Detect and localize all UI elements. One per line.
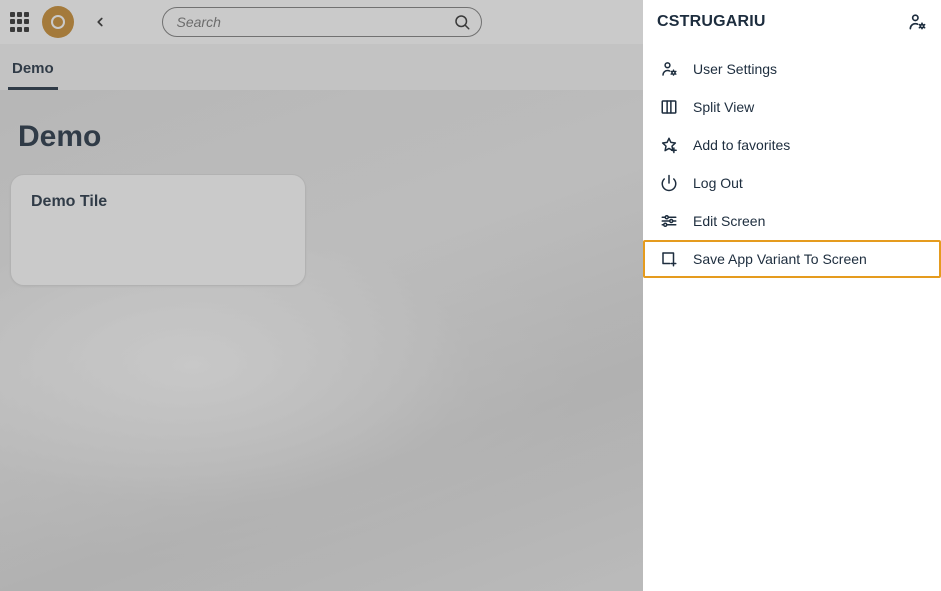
menu-item-label: Split View [693,99,754,115]
menu-item-label: Log Out [693,175,743,191]
power-icon [660,174,678,192]
menu-item-label: Edit Screen [693,213,765,229]
menu-item-split-view[interactable]: Split View [643,88,941,126]
menu-item-add-to-favorites[interactable]: Add to favorites [643,126,941,164]
menu-item-label: User Settings [693,61,777,77]
panel-menu: User Settings Split View Add to favo [643,44,941,278]
panel-header: CSTRUGARIU [643,0,941,44]
sliders-icon [660,212,678,230]
person-gear-icon [660,60,678,78]
menu-item-save-app-variant[interactable]: Save App Variant To Screen [643,240,941,278]
star-plus-icon [660,136,678,154]
screen-plus-icon [660,250,678,268]
menu-item-label: Add to favorites [693,137,790,153]
menu-item-edit-screen[interactable]: Edit Screen [643,202,941,240]
panel-title: CSTRUGARIU [657,13,766,31]
user-settings-button[interactable] [907,12,927,32]
user-panel: CSTRUGARIU User Settings [643,0,941,591]
menu-item-user-settings[interactable]: User Settings [643,50,941,88]
modal-overlay[interactable] [0,0,643,591]
menu-item-log-out[interactable]: Log Out [643,164,941,202]
person-gear-icon [907,12,927,32]
menu-item-label: Save App Variant To Screen [693,251,867,267]
split-view-icon [660,98,678,116]
